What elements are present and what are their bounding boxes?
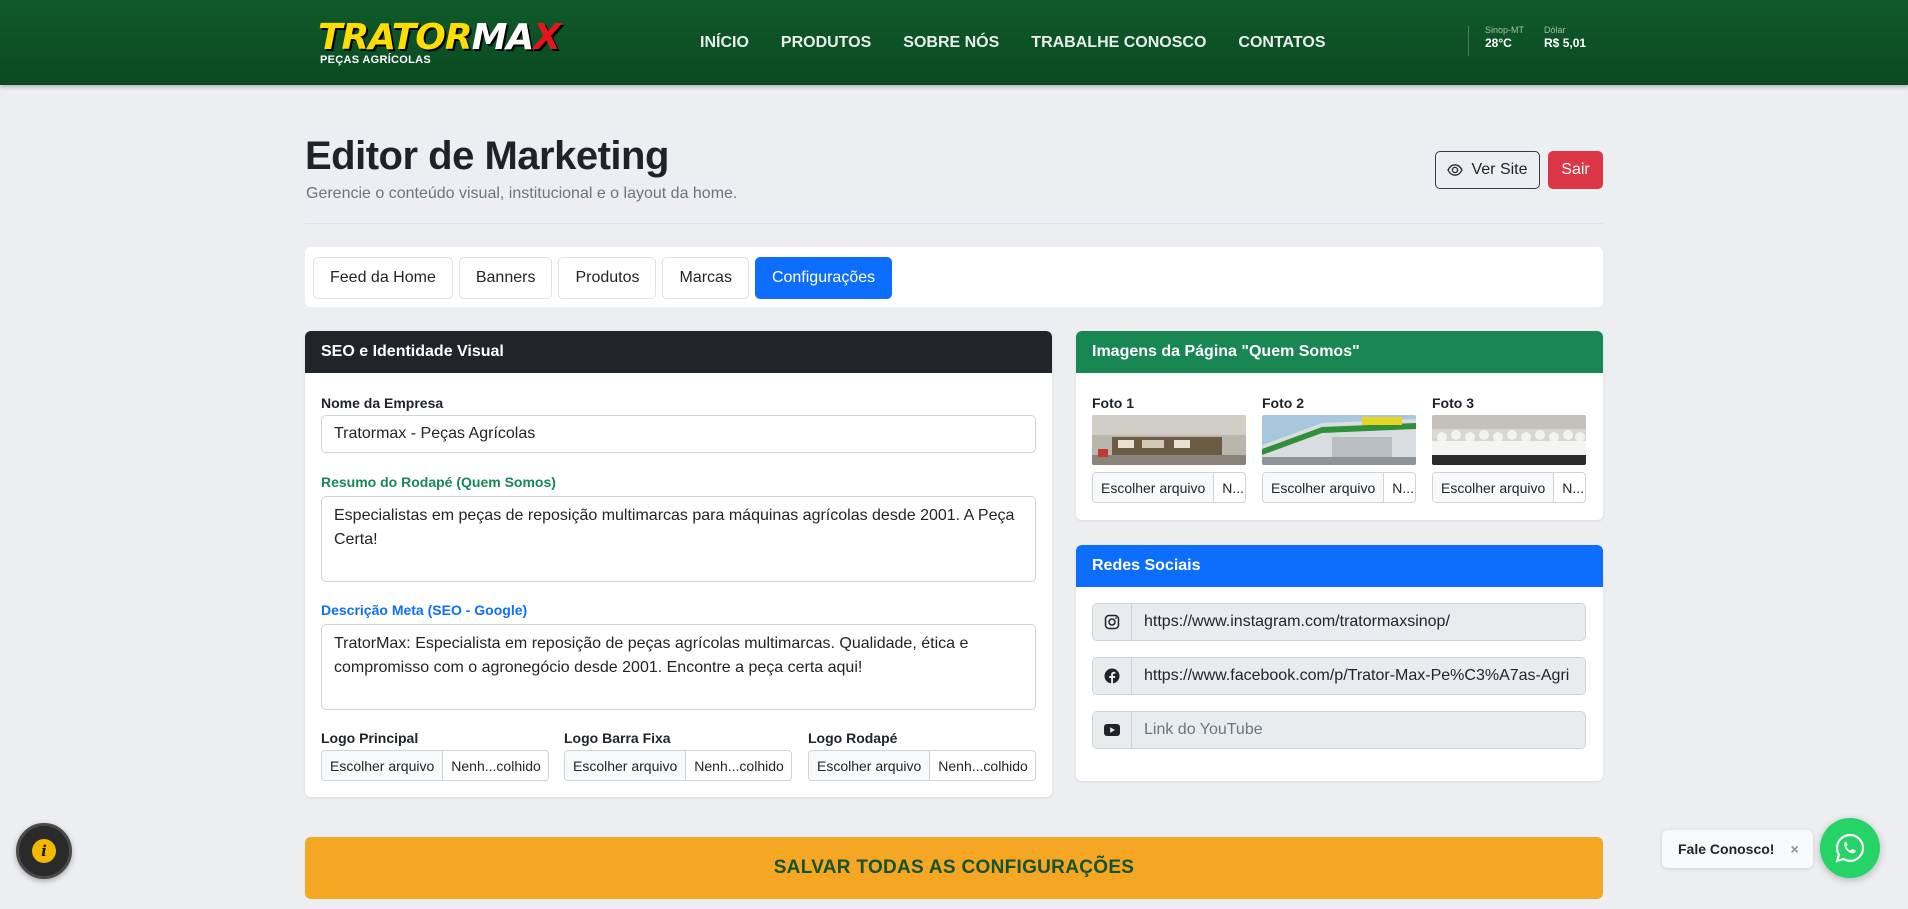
nav-trabalhe-conosco[interactable]: TRABALHE CONOSCO <box>1031 34 1206 52</box>
ver-site-button[interactable]: Ver Site <box>1435 151 1540 189</box>
file-status: N... <box>1392 479 1415 496</box>
tab-bar: Feed da Home Banners Produtos Marcas Con… <box>305 247 1603 307</box>
choose-file-button[interactable]: Escolher arquivo <box>322 751 444 780</box>
choose-file-button[interactable]: Escolher arquivo <box>809 751 931 780</box>
meta-description-label: Descrição Meta (SEO - Google) <box>321 602 528 618</box>
photo-2-label: Foto 2 <box>1262 395 1304 411</box>
chat-tooltip-text: Fale Conosco! <box>1678 841 1775 857</box>
instagram-field: https://www.instagram.com/tratormaxsinop… <box>1092 603 1586 641</box>
brand-logo[interactable]: TRATORMAX PEÇAS AGRÍCOLAS <box>318 16 561 70</box>
quem-somos-card-header: Imagens da Página "Quem Somos" <box>1076 331 1603 373</box>
page-subtitle: Gerencie o conteúdo visual, instituciona… <box>306 185 738 202</box>
logo-rodape-file-input[interactable]: Escolher arquivo Nenh...colhido <box>808 750 1036 781</box>
quem-somos-card: Imagens da Página "Quem Somos" Foto 1 Es… <box>1076 331 1603 520</box>
tab-produtos[interactable]: Produtos <box>558 257 657 299</box>
social-card: Redes Sociais https://www.instagram.com/… <box>1076 545 1603 781</box>
file-status: Nenh...colhido <box>451 757 541 774</box>
ver-site-label: Ver Site <box>1471 161 1528 178</box>
file-status: N... <box>1562 479 1585 496</box>
file-status: Nenh...colhido <box>694 757 784 774</box>
logo-barra-fixa-file-input[interactable]: Escolher arquivo Nenh...colhido <box>564 750 792 781</box>
facebook-input[interactable]: https://www.facebook.com/p/Trator-Max-Pe… <box>1132 658 1585 694</box>
weather-location: Sinop-MT <box>1485 25 1525 35</box>
facebook-field: https://www.facebook.com/p/Trator-Max-Pe… <box>1092 657 1586 695</box>
eye-icon <box>1447 164 1464 176</box>
youtube-input[interactable]: Link do YouTube <box>1132 712 1585 748</box>
tab-feed-da-home[interactable]: Feed da Home <box>313 257 453 299</box>
logo-principal-label: Logo Principal <box>321 730 419 746</box>
logo-barra-fixa-label: Logo Barra Fixa <box>564 730 671 746</box>
logo-rodape-label: Logo Rodapé <box>808 730 898 746</box>
divider <box>305 223 1603 224</box>
info-button[interactable]: i <box>16 823 72 879</box>
save-all-button[interactable]: SALVAR TODAS AS CONFIGURAÇÕES <box>305 837 1603 899</box>
chat-tooltip: Fale Conosco! × <box>1662 830 1813 868</box>
photo-2-preview <box>1262 415 1416 465</box>
nav-contatos[interactable]: CONTATOS <box>1238 34 1325 52</box>
tab-configuracoes[interactable]: Configurações <box>754 257 893 299</box>
footer-summary-label: Resumo do Rodapé (Quem Somos) <box>321 474 556 490</box>
tab-marcas[interactable]: Marcas <box>662 257 749 299</box>
weather-widget: Sinop-MT 28°C Dólar R$ 5,01 <box>1468 26 1586 56</box>
choose-file-button[interactable]: Escolher arquivo <box>565 751 687 780</box>
sair-button[interactable]: Sair <box>1548 151 1603 189</box>
logo-wordmark: TRATORMAX <box>318 17 561 58</box>
main-nav: INÍCIO PRODUTOS SOBRE NÓS TRABALHE CONOS… <box>700 0 1358 85</box>
instagram-icon <box>1093 604 1132 640</box>
seo-card: SEO e Identidade Visual Nome da Empresa … <box>305 331 1052 797</box>
file-status: Nenh...colhido <box>938 757 1028 774</box>
social-card-header: Redes Sociais <box>1076 545 1603 587</box>
whatsapp-icon <box>1835 833 1865 863</box>
logo-principal-file-input[interactable]: Escolher arquivo Nenh...colhido <box>321 750 549 781</box>
seo-card-header: SEO e Identidade Visual <box>305 331 1052 373</box>
youtube-icon <box>1093 712 1132 748</box>
photo-3-file-input[interactable]: Escolher arquivo N... <box>1432 472 1586 503</box>
choose-file-button[interactable]: Escolher arquivo <box>1433 473 1555 502</box>
choose-file-button[interactable]: Escolher arquivo <box>1263 473 1385 502</box>
photo-1-file-input[interactable]: Escolher arquivo N... <box>1092 472 1246 503</box>
tab-banners[interactable]: Banners <box>458 257 553 299</box>
dollar-value: R$ 5,01 <box>1544 36 1587 50</box>
photo-1-label: Foto 1 <box>1092 395 1134 411</box>
close-icon[interactable]: × <box>1790 841 1798 857</box>
page-title: Editor de Marketing <box>305 134 669 178</box>
dollar-label: Dólar <box>1544 25 1566 35</box>
choose-file-button[interactable]: Escolher arquivo <box>1093 473 1215 502</box>
nav-sobre-nos[interactable]: SOBRE NÓS <box>903 34 999 52</box>
logo-tagline: PEÇAS AGRÍCOLAS <box>320 54 432 66</box>
instagram-input[interactable]: https://www.instagram.com/tratormaxsinop… <box>1132 604 1585 640</box>
top-navbar: TRATORMAX PEÇAS AGRÍCOLAS INÍCIO PRODUTO… <box>0 0 1908 85</box>
photo-3-preview <box>1432 415 1586 465</box>
footer-summary-textarea[interactable]: Especialistas em peças de reposição mult… <box>321 496 1036 582</box>
info-icon: i <box>32 839 56 863</box>
weather-temp: 28°C <box>1485 36 1512 50</box>
photo-3-label: Foto 3 <box>1432 395 1474 411</box>
file-status: N... <box>1222 479 1245 496</box>
photo-1-preview <box>1092 415 1246 465</box>
meta-description-textarea[interactable]: TratorMax: Especialista em reposição de … <box>321 624 1036 710</box>
nav-inicio[interactable]: INÍCIO <box>700 34 749 52</box>
nav-produtos[interactable]: PRODUTOS <box>781 34 871 52</box>
youtube-field: Link do YouTube <box>1092 711 1586 749</box>
whatsapp-button[interactable] <box>1820 818 1880 878</box>
facebook-icon <box>1093 658 1132 694</box>
company-name-input[interactable]: Tratormax - Peças Agrícolas <box>321 415 1036 453</box>
photo-2-file-input[interactable]: Escolher arquivo N... <box>1262 472 1416 503</box>
company-name-label: Nome da Empresa <box>321 395 444 411</box>
